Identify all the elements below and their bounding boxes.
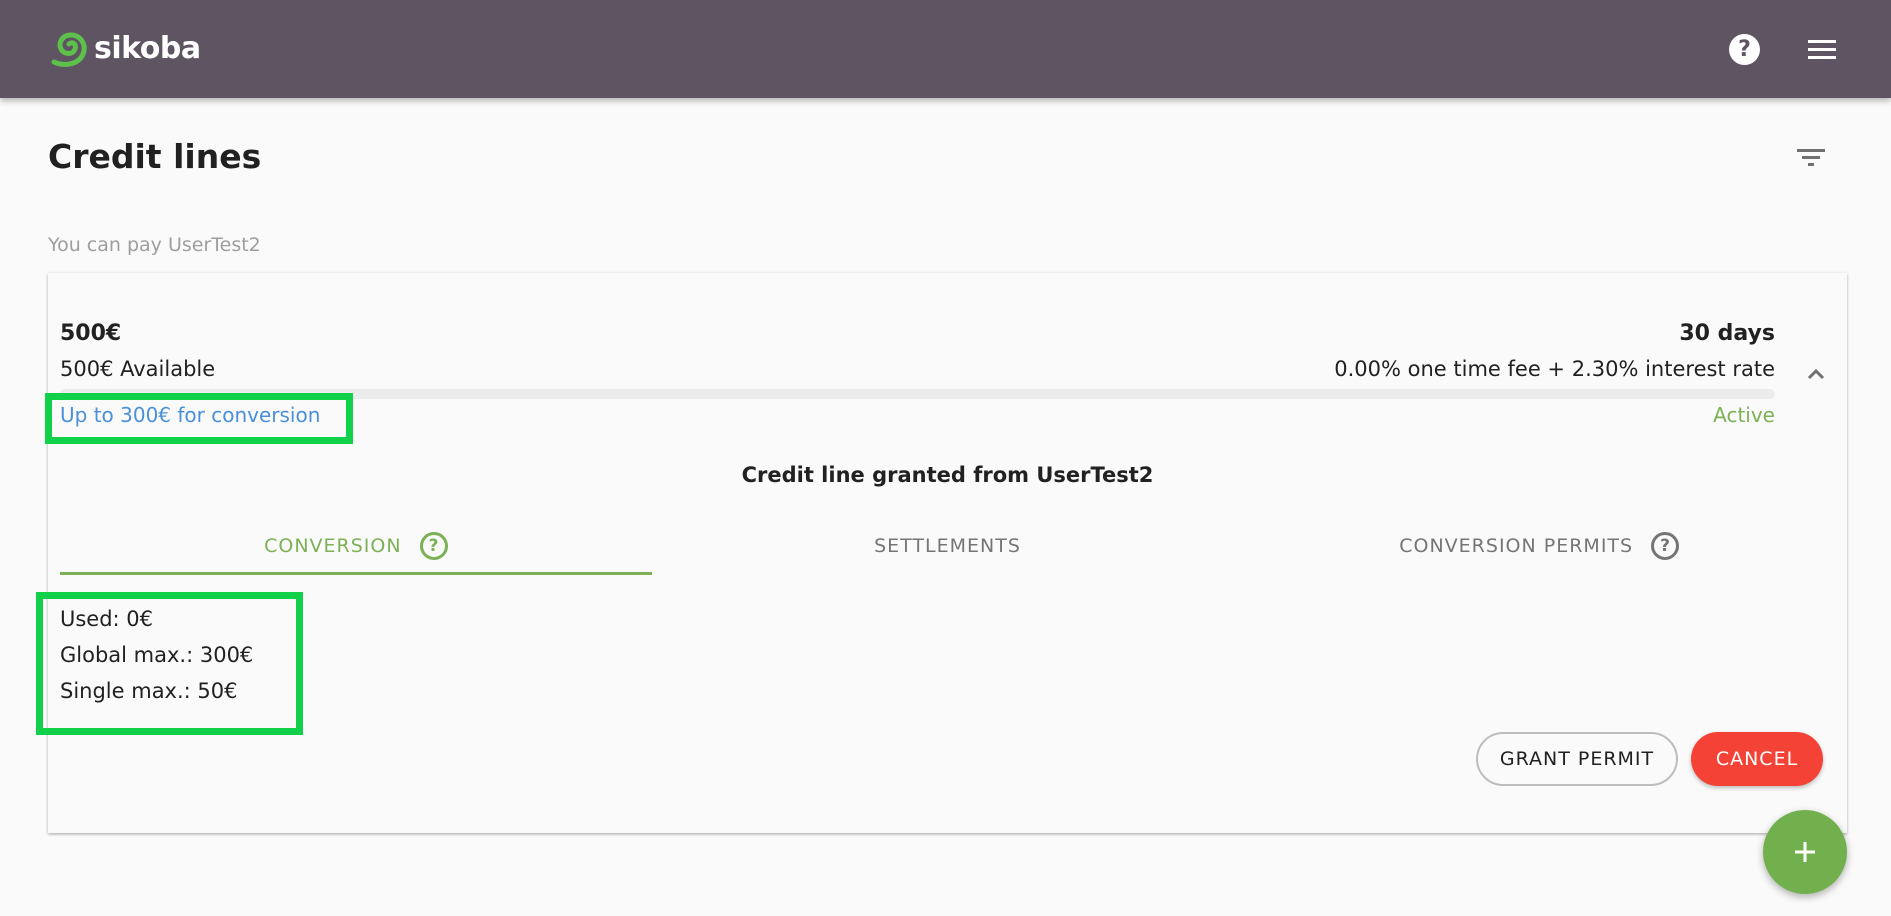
tab-settlements[interactable]: SETTLEMENTS xyxy=(652,518,1244,574)
available-amount: 500€ Available xyxy=(60,357,216,381)
filter-line xyxy=(1802,156,1820,159)
hamburger-menu-icon[interactable] xyxy=(1808,38,1836,60)
filter-icon[interactable] xyxy=(1797,147,1825,169)
menu-line xyxy=(1808,40,1836,43)
usage-progress-bar xyxy=(60,389,1775,399)
fee-and-interest: 0.00% one time fee + 2.30% interest rate xyxy=(1334,357,1775,381)
brand-name: sikoba xyxy=(94,31,201,66)
conversion-limit-link[interactable]: Up to 300€ for conversion xyxy=(60,403,320,427)
filter-line xyxy=(1808,163,1814,166)
conversion-stats: Used: 0€ Global max.: 300€ Single max.: … xyxy=(60,601,253,709)
menu-line xyxy=(1808,56,1836,59)
tab-conversion[interactable]: CONVERSION ? xyxy=(60,518,652,575)
tab-label: CONVERSION xyxy=(264,535,402,557)
grant-permit-button[interactable]: GRANT PERMIT xyxy=(1476,732,1678,786)
add-fab-button[interactable] xyxy=(1763,810,1847,894)
menu-line xyxy=(1808,48,1836,51)
filter-line xyxy=(1797,149,1825,152)
help-circle-icon[interactable]: ? xyxy=(1651,532,1680,560)
global-max: Global max.: 300€ xyxy=(60,643,254,667)
tab-label: SETTLEMENTS xyxy=(874,535,1021,557)
spiral-logo-icon xyxy=(51,32,87,67)
credit-amount: 500€ xyxy=(60,321,122,346)
help-circle-icon[interactable]: ? xyxy=(1729,34,1760,65)
credit-line-card: 500€ 500€ Available 30 days 0.00% one ti… xyxy=(48,273,1847,833)
tab-conversion-permits[interactable]: CONVERSION PERMITS ? xyxy=(1243,518,1835,574)
credit-term: 30 days xyxy=(1679,321,1775,346)
cancel-button[interactable]: CANCEL xyxy=(1691,732,1823,786)
granted-from-heading: Credit line granted from UserTest2 xyxy=(741,463,1154,487)
brand-logo[interactable]: sikoba xyxy=(48,28,201,70)
plus-icon xyxy=(1795,842,1815,862)
chevron-up-icon[interactable] xyxy=(1801,359,1831,389)
used-amount: Used: 0€ xyxy=(60,607,154,631)
app-header: sikoba ? xyxy=(0,0,1891,98)
credit-line-tabs: CONVERSION ? SETTLEMENTS CONVERSION PERM… xyxy=(60,518,1835,578)
tab-label: CONVERSION PERMITS xyxy=(1399,535,1634,557)
page-title: Credit lines xyxy=(48,137,262,176)
help-circle-icon[interactable]: ? xyxy=(419,532,448,560)
single-max: Single max.: 50€ xyxy=(60,679,238,703)
section-label: You can pay UserTest2 xyxy=(48,234,261,256)
status-badge: Active xyxy=(1713,403,1775,427)
